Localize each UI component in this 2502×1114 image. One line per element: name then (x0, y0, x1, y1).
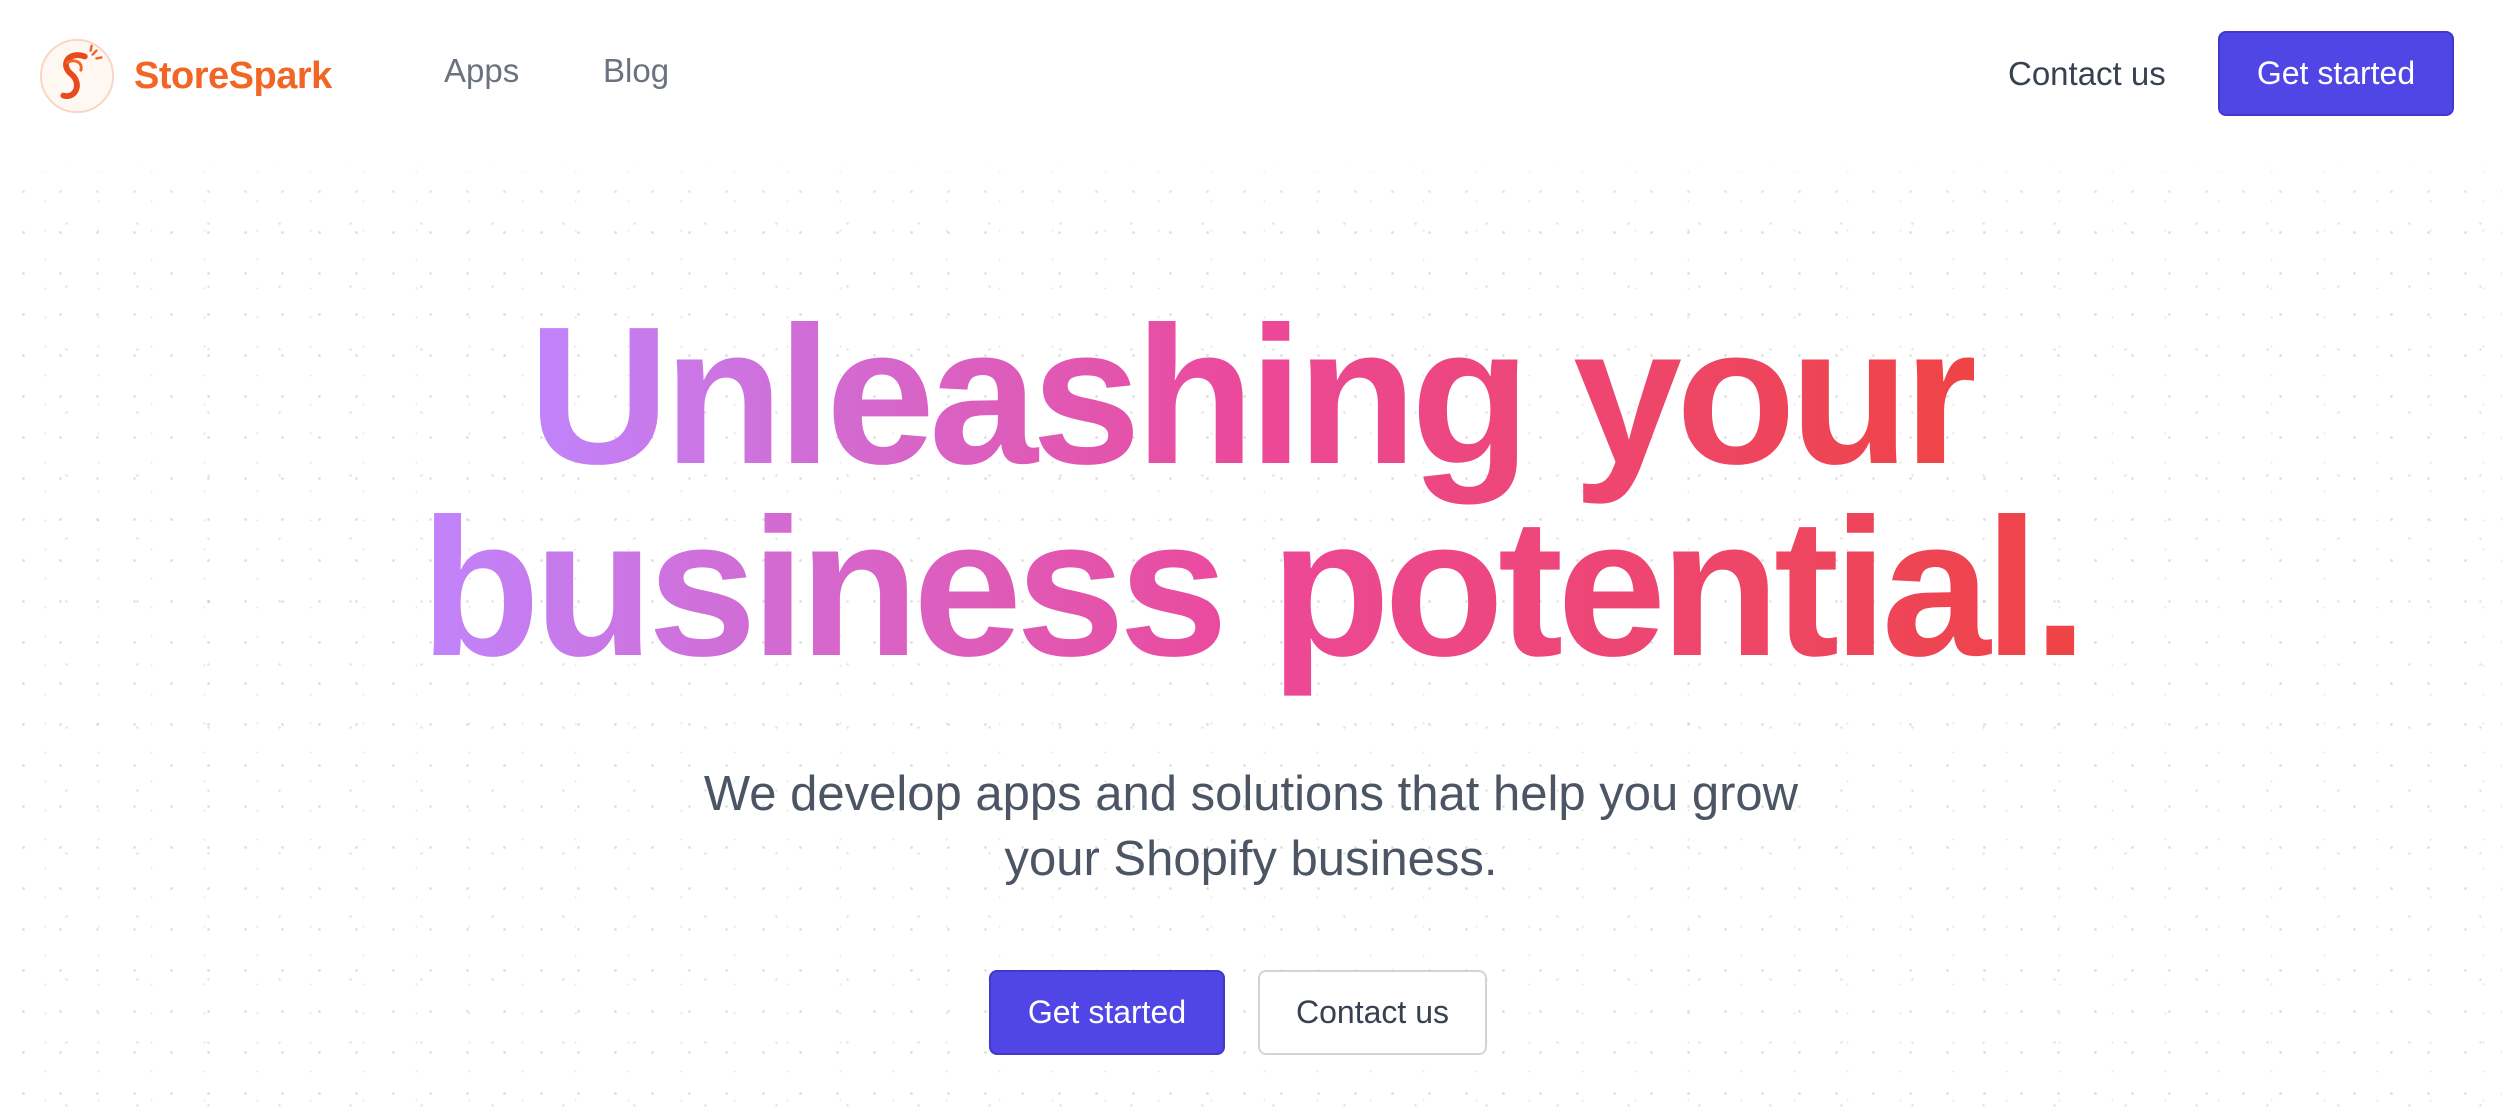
site-header: StoreSpark Apps Blog Contact us Get star… (0, 0, 2502, 150)
brand-name: StoreSpark (134, 54, 332, 97)
hero-subtitle-line-2: your Shopify business. (1004, 832, 1498, 886)
hero-title-line-1: Unleashing your (528, 286, 1980, 505)
hero-get-started-button[interactable]: Get started (989, 970, 1225, 1055)
logo-link[interactable]: StoreSpark (38, 36, 332, 116)
hero-title-line-2: business potential. (420, 478, 2087, 697)
hero-subtitle-line-1: We develop apps and solutions that help … (703, 767, 1799, 821)
hero-contact-button[interactable]: Contact us (1258, 970, 1487, 1055)
nav-link-apps[interactable]: Apps (444, 52, 519, 90)
header-contact-link[interactable]: Contact us (2008, 55, 2166, 93)
hero-title: Unleashing your business potential. (0, 298, 2502, 686)
nav-link-blog[interactable]: Blog (603, 52, 669, 90)
hero-subtitle: We develop apps and solutions that help … (0, 762, 2502, 892)
storespark-logo-icon (39, 38, 115, 114)
header-get-started-button[interactable]: Get started (2218, 31, 2454, 116)
